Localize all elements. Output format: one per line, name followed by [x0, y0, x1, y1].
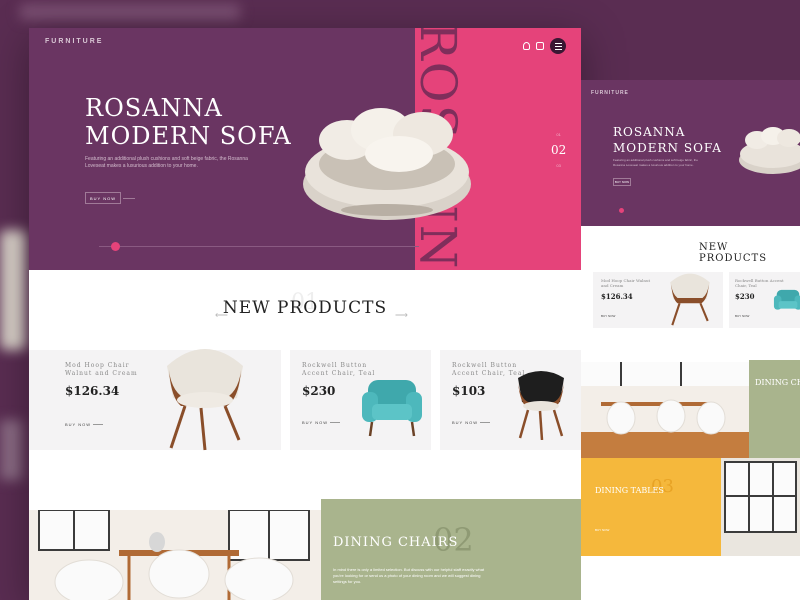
secondary-hero: FURNITURE ROSANNA MODERN SOFA Featuring … — [581, 80, 800, 226]
logo[interactable]: FURNITURE — [591, 90, 629, 96]
sofa-image — [739, 127, 800, 174]
hero-title: ROSANNA MODERN SOFA — [85, 94, 292, 150]
buy-button-line — [123, 198, 135, 199]
menu-button[interactable] — [550, 38, 566, 54]
product-price: $103 — [452, 384, 486, 398]
menu-bar-icon — [554, 42, 562, 44]
hero-title-line2: MODERN SOFA — [85, 122, 292, 150]
product-name: Mod Hoop Chair Walnut and Cream — [601, 278, 651, 288]
cart-icon[interactable] — [536, 42, 544, 50]
product-card[interactable]: Rockwell Button Accent Chair, Teal $230 … — [729, 272, 800, 328]
product-card[interactable]: Rockwell Button Accent Chair, Teal $103 … — [440, 350, 581, 450]
product-name: Mod Hoop Chair Walnut and Cream — [65, 362, 138, 377]
dining-room-image — [581, 362, 749, 458]
slide-progress-dot[interactable] — [619, 208, 624, 213]
hero-description: Featuring an additional plush cushions a… — [85, 156, 248, 169]
dining-tables-link[interactable]: BUY NOW — [595, 528, 609, 532]
background-blur-chair — [0, 230, 26, 350]
pager-current: 02 — [551, 143, 567, 157]
dining-chairs-description: In mind there is only a limited selectio… — [333, 567, 485, 584]
buy-link-line — [330, 422, 340, 423]
sofa-image — [303, 108, 471, 220]
dining-tables-title[interactable]: DINING TABLES — [595, 486, 664, 495]
dining-chairs-title[interactable]: DINING CHAIRS — [333, 535, 458, 550]
product-price: $230 — [735, 292, 755, 301]
background-blur-shape — [0, 420, 22, 480]
secondary-buy-button[interactable]: BUY NOW — [613, 178, 631, 186]
next-arrow-icon[interactable]: ⟶ — [395, 310, 408, 321]
pager-prev[interactable]: 01 — [551, 132, 566, 137]
hero-title-line1: ROSANNA — [85, 94, 223, 122]
teal-armchair-image — [773, 289, 800, 310]
pager-next[interactable]: 03 — [551, 163, 566, 168]
prev-arrow-icon[interactable]: ⟵ — [215, 310, 228, 321]
logo[interactable]: FURNITURE — [45, 38, 103, 45]
dining-chairs-panel: 02 DINING CHAIRS In mind there is only a… — [321, 499, 581, 600]
product-card[interactable]: Rockwell Button Accent Chair, Teal $230 … — [290, 350, 431, 450]
header-icons — [523, 38, 566, 54]
product-buy-link[interactable]: BUY NOW — [65, 422, 91, 427]
dining-room-image — [29, 510, 323, 600]
secondary-hero-description: Featuring an additional plush cushions a… — [613, 158, 698, 167]
product-price: $126.34 — [601, 292, 633, 301]
dining-chairs-title[interactable]: DINING CH — [755, 378, 800, 387]
secondary-hero-title: ROSANNA MODERN SOFA — [613, 124, 722, 156]
hoop-chair-image — [167, 349, 243, 451]
product-buy-link[interactable]: BUY NOW — [601, 314, 615, 318]
dining-chairs-photo — [581, 362, 749, 458]
hero-buy-button[interactable]: BUY NOW — [85, 192, 121, 204]
secondary-new-products-title: NEW PRODUCTS — [699, 242, 768, 264]
dining-chairs-photo — [29, 510, 323, 600]
teal-armchair-image — [362, 380, 422, 437]
dining-tables-photo — [721, 458, 800, 556]
black-accent-chair-image — [518, 371, 564, 440]
hero-section: ROSANNA FURNITURE ROSANNA MODERN SOFA Fe… — [29, 28, 581, 270]
product-price: $126.34 — [65, 384, 120, 398]
product-price: $230 — [302, 384, 336, 398]
menu-bar-icon — [554, 48, 562, 50]
main-page-mockup: ROSANNA FURNITURE ROSANNA MODERN SOFA Fe… — [29, 28, 581, 600]
product-card[interactable]: Mod Hoop Chair Walnut and Cream $126.34 … — [593, 272, 723, 328]
slide-progress-dot[interactable] — [111, 242, 120, 251]
dining-tables-panel: 03 DINING TABLES BUY NOW — [581, 458, 721, 556]
user-icon[interactable] — [523, 42, 530, 50]
window-image — [721, 458, 800, 556]
menu-bar-icon — [554, 45, 562, 47]
buy-link-line — [93, 424, 103, 425]
buy-link-line — [480, 422, 490, 423]
hero-title-line2: MODERN SOFA — [613, 141, 722, 155]
product-buy-link[interactable]: BUY NOW — [735, 314, 749, 318]
slide-pager: 01 02 03 — [551, 132, 566, 168]
background-blur-text — [20, 4, 240, 20]
secondary-page-mockup: FURNITURE ROSANNA MODERN SOFA Featuring … — [581, 80, 800, 600]
product-buy-link[interactable]: BUY NOW — [452, 420, 478, 425]
product-card[interactable]: Mod Hoop Chair Walnut and Cream $126.34 … — [29, 349, 281, 451]
new-products-title: NEW PRODUCTS — [222, 298, 388, 318]
product-name: Rockwell Button Accent Chair, Teal — [735, 278, 784, 288]
product-buy-link[interactable]: BUY NOW — [302, 420, 328, 425]
hoop-chair-image — [670, 273, 710, 326]
dining-chairs-panel: DINING CH — [749, 360, 800, 458]
slide-progress-track — [99, 246, 419, 247]
hero-title-line1: ROSANNA — [613, 125, 686, 139]
